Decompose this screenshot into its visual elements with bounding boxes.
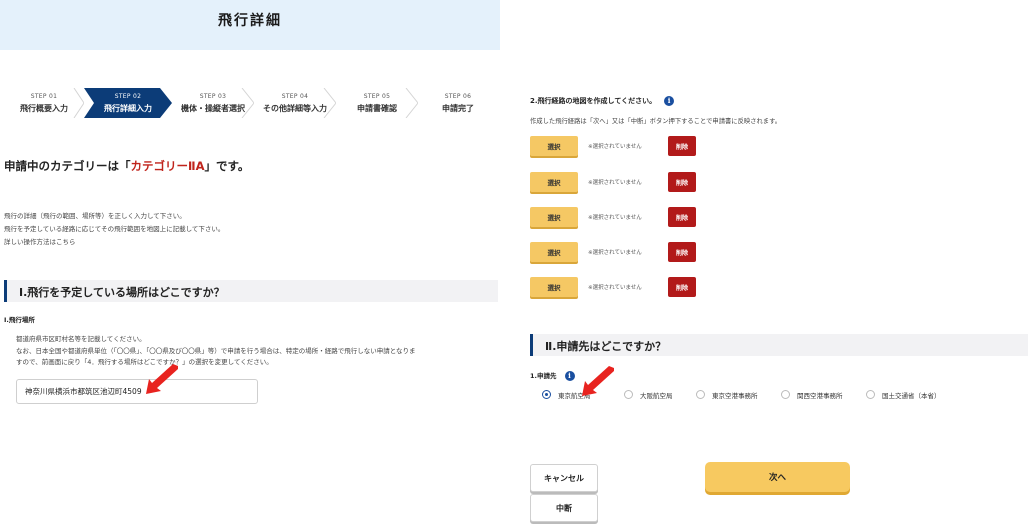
map-title-text: 2.飛行経路の地図を作成してください。 [530,97,657,105]
radio-button[interactable] [624,390,633,399]
radio-label: 東京空港事務所 [712,392,758,400]
info-icon[interactable]: i [564,371,575,381]
select-map-button[interactable]: 選択 [530,277,578,297]
delete-map-button[interactable]: 削除 [668,277,696,297]
flight-place-label: Ⅰ.飛行場所 [4,316,35,324]
step-number: STEP 02 [114,93,142,100]
map-row: 選択 ※選択されていません 削除 [530,172,830,192]
step-name: 飛行詳細入力 [104,104,152,113]
step-05: STEP 05 申請書確認 [336,88,418,118]
delete-map-button[interactable]: 削除 [668,172,696,192]
map-status: ※選択されていません [588,180,642,186]
map-section-title: 2.飛行経路の地図を作成してください。 i [530,96,675,106]
step-02: STEP 02 飛行詳細入力 [84,88,172,118]
select-map-button[interactable]: 選択 [530,136,578,156]
destination-label: 1.申請先 i [530,370,575,381]
select-map-button[interactable]: 選択 [530,242,578,262]
red-arrow-icon [582,366,614,396]
cancel-button[interactable]: キャンセル [530,464,598,492]
step-number: STEP 05 [363,93,391,100]
suspend-button[interactable]: 中断 [530,494,598,522]
right-panel: 2.飛行経路の地図を作成してください。 i 作成した飛行経路は「次へ」又は「中断」… [512,0,1028,525]
section-title: Ⅰ.飛行を予定している場所はどこですか？ [19,286,225,299]
step-number: STEP 06 [444,93,472,100]
section-title: Ⅱ.申請先はどこですか？ [545,340,667,353]
map-row: 選択 ※選択されていません 削除 [530,207,830,227]
map-status: ※選択されていません [588,250,642,256]
step-progress: STEP 01 飛行概要入力 STEP 02 飛行詳細入力 STEP 03 機体… [4,88,498,118]
step-04: STEP 04 その他詳細等入力 [254,88,336,118]
map-description: 作成した飛行経路は「次へ」又は「中断」ボタン押下することで申請書に反映されます。 [530,118,782,125]
next-button[interactable]: 次へ [705,462,850,492]
intro-line: 飛行を予定している経路に応じてその飛行範囲を地図上に記載して下さい。 [4,225,225,233]
radio-button[interactable] [542,390,551,399]
delete-map-button[interactable]: 削除 [668,207,696,227]
section-heading-place: Ⅰ.飛行を予定している場所はどこですか？ [4,280,498,302]
category-name: カテゴリーⅡA [130,159,205,173]
step-name: 飛行概要入力 [20,104,68,113]
radio-button[interactable] [781,390,790,399]
map-status: ※選択されていません [588,285,642,291]
category-notice: 申請中のカテゴリーは「カテゴリーⅡA」です。 [4,158,249,174]
step-number: STEP 03 [199,93,227,100]
step-name: 申請完了 [442,104,474,113]
map-status: ※選択されていません [588,144,642,150]
destination-label-text: 1.申請先 [530,372,557,380]
page-title: 飛行詳細 [218,13,282,29]
map-row: 選択 ※選択されていません 削除 [530,136,830,156]
category-suffix: 」です。 [204,159,250,173]
radio-label: 関西空港事務所 [797,392,843,400]
radio-button[interactable] [866,390,875,399]
step-01: STEP 01 飛行概要入力 [4,88,84,118]
select-map-button[interactable]: 選択 [530,207,578,227]
left-panel: 飛行詳細 STEP 01 飛行概要入力 STEP 02 飛行詳細入力 STEP … [0,0,500,525]
step-name: 申請書確認 [357,104,397,113]
delete-map-button[interactable]: 削除 [668,136,696,156]
map-status: ※選択されていません [588,215,642,221]
radio-label: 国土交通省（本省） [882,392,941,400]
radio-label: 大阪航空局 [640,392,673,400]
intro-text: 飛行の詳細（飛行の範囲、場所等）を正しく入力して下さい。 飛行を予定している経路… [4,210,224,249]
help-link[interactable]: 詳しい操作方法はこちら [4,236,224,249]
step-03: STEP 03 機体・操縦者選択 [172,88,254,118]
step-name: その他詳細等入力 [263,104,327,113]
flight-location-input[interactable] [16,379,258,404]
select-map-button[interactable]: 選択 [530,172,578,192]
description-line: 都道府県市区町村名等を記載してください。 [16,335,146,343]
description-line: なお、日本全国や都道府県単位（「〇〇県」、「〇〇県及び〇〇県」等）で申請を行う場… [16,346,416,355]
info-icon[interactable]: i [664,96,675,106]
intro-line: 飛行の詳細（飛行の範囲、場所等）を正しく入力して下さい。 [4,212,186,220]
step-06: STEP 06 申請完了 [418,88,498,118]
red-arrow-icon [146,364,178,394]
step-number: STEP 04 [281,93,309,100]
category-prefix: 申請中のカテゴリーは「 [4,159,131,173]
step-number: STEP 01 [30,93,58,100]
radio-button[interactable] [696,390,705,399]
description-line: すので、前画面に戻り「4．飛行する場所はどこですか？」の選択を変更してください。 [16,358,273,366]
map-row: 選択 ※選択されていません 削除 [530,242,830,262]
map-row: 選択 ※選択されていません 削除 [530,277,830,297]
delete-map-button[interactable]: 削除 [668,242,696,262]
step-name: 機体・操縦者選択 [181,104,245,113]
flight-place-description: 都道府県市区町村名等を記載してください。 なお、日本全国や都道府県単位（「〇〇県… [16,334,496,369]
page-header: 飛行詳細 [0,0,500,50]
section-heading-destination: Ⅱ.申請先はどこですか？ [530,334,1028,356]
